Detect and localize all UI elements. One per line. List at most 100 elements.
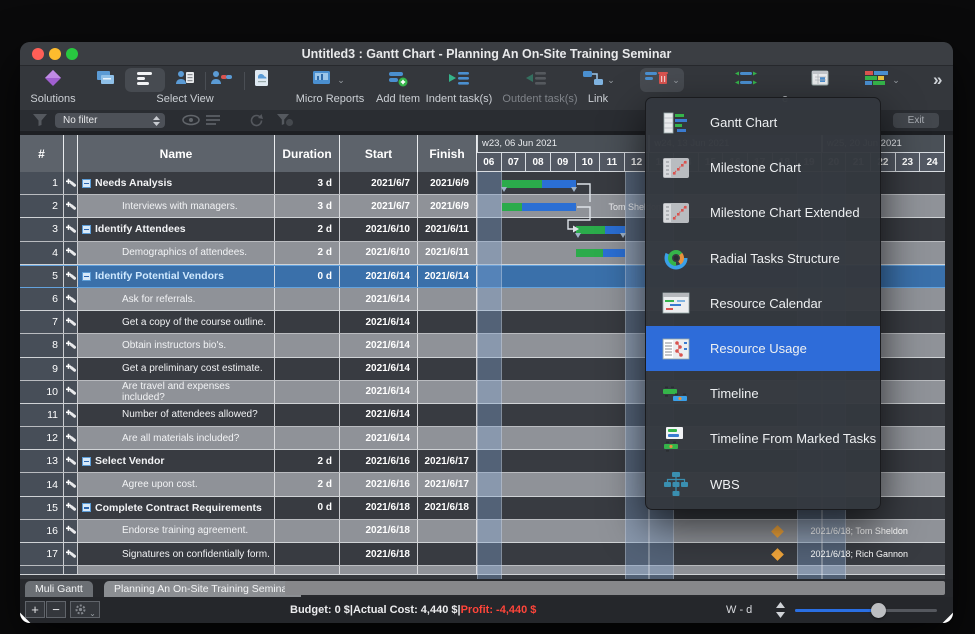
- finish-date-cell[interactable]: [418, 334, 477, 356]
- duration-cell[interactable]: 0 d: [275, 497, 340, 519]
- task-tool-icon[interactable]: [64, 427, 78, 449]
- task-name-cell[interactable]: Identify Attendees: [78, 218, 275, 240]
- start-date-cell[interactable]: 2021/6/10: [340, 242, 418, 264]
- duration-cell[interactable]: [275, 520, 340, 542]
- row-number-cell[interactable]: 9: [20, 358, 64, 380]
- finish-date-cell[interactable]: 2021/6/9: [418, 172, 477, 194]
- row-number-cell[interactable]: 11: [20, 404, 64, 426]
- row-number-cell[interactable]: 13: [20, 450, 64, 472]
- row-number-cell[interactable]: 17: [20, 543, 64, 565]
- task-tool-icon[interactable]: [64, 520, 78, 542]
- start-date-cell[interactable]: 2021/6/16: [340, 473, 418, 495]
- row-number-cell[interactable]: 2: [20, 195, 64, 217]
- task-name-cell[interactable]: Are travel and expenses included?: [78, 381, 275, 403]
- collapse-icon[interactable]: [82, 503, 91, 512]
- duration-cell[interactable]: [275, 381, 340, 403]
- row-number-cell[interactable]: 10: [20, 381, 64, 403]
- zoom-slider-thumb[interactable]: [871, 603, 886, 618]
- task-tool-icon[interactable]: [64, 450, 78, 472]
- start-date-cell[interactable]: 2021/6/14: [340, 404, 418, 426]
- col-header-name[interactable]: Name: [78, 135, 275, 172]
- task-name-cell[interactable]: Interviews with managers.: [78, 195, 275, 217]
- filter-clear-icon[interactable]: [276, 113, 294, 132]
- finish-date-cell[interactable]: [418, 381, 477, 403]
- collapse-icon[interactable]: [82, 225, 91, 234]
- menu-item-milestone-chart-extended[interactable]: Milestone Chart Extended: [646, 190, 880, 235]
- task-tool-icon[interactable]: [64, 497, 78, 519]
- filter-select[interactable]: No filter: [55, 113, 165, 128]
- task-name-cell[interactable]: Select Vendor: [78, 450, 275, 472]
- add-item-button[interactable]: [378, 68, 418, 92]
- solutions-button[interactable]: [33, 68, 73, 92]
- task-tool-icon[interactable]: [64, 404, 78, 426]
- menu-item-gantt-chart[interactable]: Gantt Chart: [646, 100, 880, 145]
- horizontal-scrollbar[interactable]: [285, 581, 945, 595]
- row-number-cell[interactable]: 14: [20, 473, 64, 495]
- start-date-cell[interactable]: 2021/6/18: [340, 543, 418, 565]
- row-number-cell[interactable]: 5: [20, 266, 64, 287]
- outdent-button[interactable]: [516, 68, 556, 92]
- view-resource-list-button[interactable]: [165, 68, 205, 92]
- finish-date-cell[interactable]: 2021/6/14: [418, 266, 477, 287]
- task-tool-icon[interactable]: [64, 218, 78, 240]
- collapse-icon[interactable]: [82, 179, 91, 188]
- menu-item-timeline[interactable]: Timeline: [646, 371, 880, 416]
- duration-cell[interactable]: 2 d: [275, 218, 340, 240]
- finish-date-cell[interactable]: [418, 288, 477, 310]
- duration-cell[interactable]: [275, 404, 340, 426]
- view-gantt-button[interactable]: [125, 68, 165, 92]
- start-date-cell[interactable]: 2021/6/7: [340, 195, 418, 217]
- task-name-cell[interactable]: Demographics of attendees.: [78, 242, 275, 264]
- task-tool-icon[interactable]: [64, 172, 78, 194]
- view-resource-usage-button[interactable]: [202, 68, 242, 92]
- menu-item-milestone-chart[interactable]: Milestone Chart: [646, 145, 880, 190]
- duration-cell[interactable]: 0 d: [275, 266, 340, 287]
- finish-date-cell[interactable]: [418, 427, 477, 449]
- zoom-slider[interactable]: [795, 609, 937, 612]
- task-tool-icon[interactable]: [64, 543, 78, 565]
- task-name-cell[interactable]: Obtain instructors bio's.: [78, 334, 275, 356]
- gear-button[interactable]: ⌄: [70, 601, 100, 618]
- exit-button[interactable]: Exit: [893, 113, 939, 128]
- duration-cell[interactable]: 2 d: [275, 473, 340, 495]
- menu-item-wbs[interactable]: WBS: [646, 462, 880, 507]
- eye-icon[interactable]: [182, 113, 200, 132]
- duration-cell[interactable]: [275, 311, 340, 333]
- duration-cell[interactable]: 3 d: [275, 195, 340, 217]
- row-number-cell[interactable]: 12: [20, 427, 64, 449]
- finish-date-cell[interactable]: 2021/6/18: [418, 497, 477, 519]
- row-number-cell[interactable]: 3: [20, 218, 64, 240]
- list-lines-icon[interactable]: [204, 113, 222, 132]
- col-header-duration[interactable]: Duration: [275, 135, 340, 172]
- task-name-cell[interactable]: Identify Potential Vendors: [78, 266, 275, 287]
- duration-cell[interactable]: [275, 543, 340, 565]
- task-name-cell[interactable]: Get a preliminary cost estimate.: [78, 358, 275, 380]
- refresh-icon[interactable]: [248, 113, 264, 132]
- row-number-cell[interactable]: 16: [20, 520, 64, 542]
- duration-cell[interactable]: 3 d: [275, 172, 340, 194]
- task-tool-icon[interactable]: [64, 473, 78, 495]
- duration-cell[interactable]: [275, 358, 340, 380]
- start-date-cell[interactable]: 2021/6/14: [340, 358, 418, 380]
- start-date-cell[interactable]: 2021/6/16: [340, 450, 418, 472]
- collapse-icon[interactable]: [82, 272, 91, 281]
- link-button[interactable]: ⌄: [578, 68, 618, 92]
- menu-item-timeline-from-marked-tasks[interactable]: Timeline From Marked Tasks: [646, 416, 880, 461]
- col-header-start[interactable]: Start: [340, 135, 418, 172]
- start-date-cell[interactable]: 2021/6/14: [340, 427, 418, 449]
- task-tool-icon[interactable]: [64, 242, 78, 264]
- task-name-cell[interactable]: Are all materials included?: [78, 427, 275, 449]
- task-tool-icon[interactable]: [64, 358, 78, 380]
- task-name-cell[interactable]: Endorse training agreement.: [78, 520, 275, 542]
- start-date-cell[interactable]: 2021/6/18: [340, 520, 418, 542]
- timescale-stepper[interactable]: [776, 602, 785, 623]
- task-tool-icon[interactable]: [64, 266, 78, 287]
- zoom-out-button[interactable]: −: [46, 601, 66, 618]
- menu-item-radial-tasks-structure[interactable]: Radial Tasks Structure: [646, 236, 880, 281]
- duration-cell[interactable]: 2 d: [275, 242, 340, 264]
- task-tool-icon[interactable]: [64, 381, 78, 403]
- start-date-cell[interactable]: 2021/6/14: [340, 381, 418, 403]
- tab-planning-seminar[interactable]: Planning An On-Site Training Seminar: [104, 581, 301, 597]
- zoom-in-button[interactable]: +: [25, 601, 45, 618]
- task-name-cell[interactable]: Ask for referrals.: [78, 288, 275, 310]
